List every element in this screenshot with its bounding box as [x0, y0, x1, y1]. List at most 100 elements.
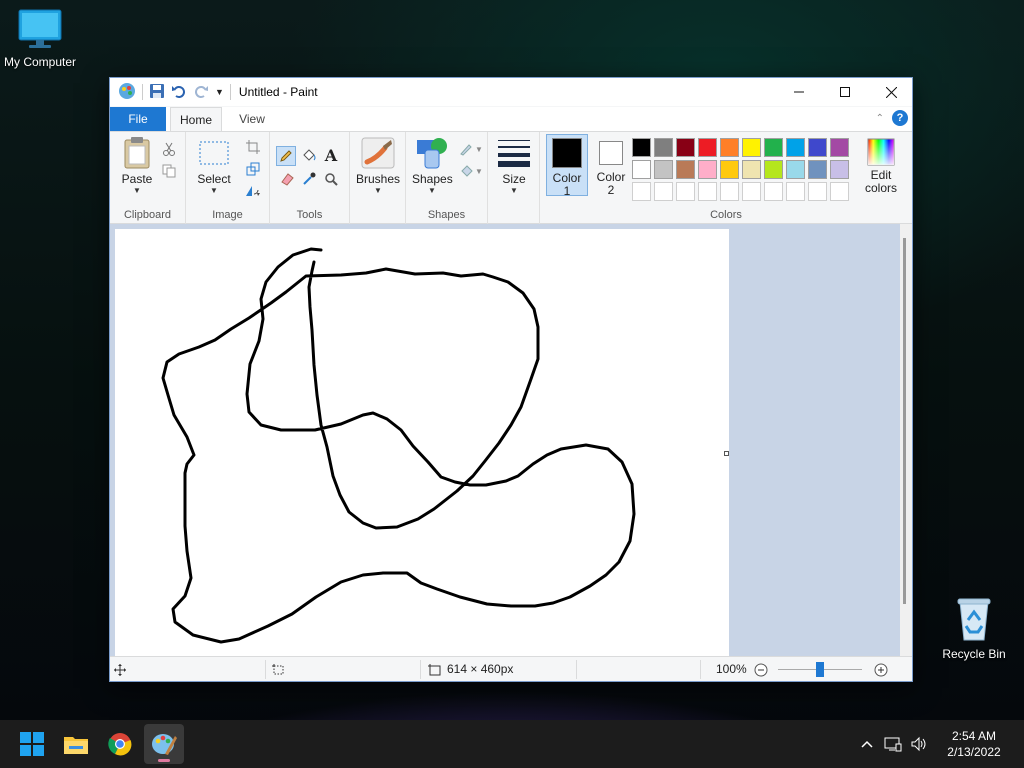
color-picker-icon[interactable]	[300, 170, 318, 188]
resize-icon[interactable]	[244, 160, 262, 178]
windows-logo-icon	[20, 732, 44, 756]
select-label: Select	[197, 172, 231, 186]
magnifier-icon[interactable]	[322, 170, 340, 188]
minimize-button[interactable]	[776, 78, 822, 106]
palette-swatch[interactable]	[676, 138, 695, 157]
palette-swatch[interactable]	[676, 160, 695, 179]
palette-custom-slot[interactable]	[830, 182, 849, 201]
separator	[576, 660, 577, 679]
canvas-area	[110, 224, 900, 656]
taskbar-chrome[interactable]	[100, 724, 140, 764]
canvas-resize-handle[interactable]	[724, 451, 729, 456]
zoom-in-button[interactable]	[874, 657, 888, 682]
customize-toolbar-icon[interactable]: ▼	[215, 87, 224, 97]
tab-file[interactable]: File	[110, 107, 166, 131]
close-icon	[885, 86, 897, 98]
palette-swatch[interactable]	[742, 138, 761, 157]
palette-swatch[interactable]	[830, 138, 849, 157]
zoom-out-button[interactable]	[754, 657, 768, 682]
clock[interactable]: 2:54 AM 2/13/2022	[932, 728, 1016, 760]
edit-colors-button[interactable]: Edit colors	[858, 138, 904, 195]
eraser-icon[interactable]	[278, 170, 296, 188]
chevron-down-icon: ▼	[133, 186, 141, 195]
palette-swatch[interactable]	[654, 138, 673, 157]
select-button[interactable]: Select ▼	[194, 136, 234, 195]
outline-icon[interactable]: ▼	[458, 140, 484, 158]
start-button[interactable]	[12, 724, 52, 764]
fill-icon[interactable]: ▼	[458, 162, 484, 180]
save-icon[interactable]	[149, 83, 165, 102]
image-size-icon	[428, 663, 441, 675]
tab-view[interactable]: View	[228, 107, 276, 131]
taskbar-paint[interactable]	[144, 724, 184, 764]
palette-custom-slot[interactable]	[654, 182, 673, 201]
palette-custom-slot[interactable]	[676, 182, 695, 201]
palette-swatch[interactable]	[786, 160, 805, 179]
palette-swatch[interactable]	[720, 160, 739, 179]
palette-swatch[interactable]	[808, 160, 827, 179]
color2-button[interactable]: Color 2	[592, 134, 630, 197]
copy-icon[interactable]	[160, 162, 178, 180]
palette-custom-slot[interactable]	[720, 182, 739, 201]
text-tool-icon[interactable]: A	[322, 146, 340, 165]
system-tray: 2:54 AM 2/13/2022	[854, 720, 1024, 768]
volume-icon[interactable]	[906, 731, 932, 757]
image-group: Select ▼ Image	[186, 132, 270, 224]
my-computer-desktop-icon[interactable]: My Computer	[0, 8, 80, 69]
palette-custom-slot[interactable]	[786, 182, 805, 201]
chevron-down-icon: ▼	[210, 186, 218, 195]
color1-button[interactable]: Color 1	[546, 134, 588, 198]
maximize-button[interactable]	[822, 78, 868, 106]
cut-icon[interactable]	[160, 140, 178, 158]
help-icon[interactable]: ?	[892, 110, 908, 126]
palette-swatch[interactable]	[808, 138, 827, 157]
palette-swatch[interactable]	[632, 160, 651, 179]
chevron-down-icon: ▼	[428, 186, 436, 195]
clock-date: 2/13/2022	[947, 745, 1001, 759]
palette-swatch[interactable]	[742, 160, 761, 179]
redo-icon[interactable]	[193, 83, 209, 102]
tab-home[interactable]: Home	[170, 107, 222, 131]
palette-swatch[interactable]	[786, 138, 805, 157]
clipboard-icon	[124, 137, 150, 169]
shapes-group: Shapes ▼ ▼ ▼ Shapes	[406, 132, 488, 224]
undo-icon[interactable]	[171, 83, 187, 102]
palette-swatch[interactable]	[632, 138, 651, 157]
palette-custom-slot[interactable]	[698, 182, 717, 201]
shapes-label: Shapes	[412, 172, 453, 186]
paste-button[interactable]: Paste ▼	[116, 136, 158, 195]
zoom-slider-thumb[interactable]	[816, 662, 824, 677]
palette-swatch[interactable]	[720, 138, 739, 157]
size-button[interactable]: Size ▼	[494, 136, 534, 195]
network-icon[interactable]	[880, 731, 906, 757]
palette-swatch[interactable]	[764, 138, 783, 157]
show-hidden-icons-chevron-icon[interactable]	[854, 731, 880, 757]
palette-swatch[interactable]	[764, 160, 783, 179]
collapse-ribbon-icon[interactable]: ⌃	[876, 113, 884, 124]
color1-label-line2: 1	[563, 184, 571, 198]
close-button[interactable]	[868, 78, 914, 106]
pencil-tool-icon[interactable]	[276, 146, 296, 166]
brushes-button[interactable]: Brushes ▼	[356, 136, 400, 195]
shapes-group-label: Shapes	[427, 209, 466, 221]
crop-icon[interactable]	[244, 138, 262, 156]
palette-swatch[interactable]	[698, 160, 717, 179]
palette-custom-slot[interactable]	[632, 182, 651, 201]
scrollbar-thumb[interactable]	[903, 238, 906, 604]
colors-group-label: Colors	[710, 209, 742, 221]
palette-custom-slot[interactable]	[808, 182, 827, 201]
palette-swatch[interactable]	[698, 138, 717, 157]
shapes-button[interactable]: Shapes ▼	[412, 136, 453, 195]
palette-custom-slot[interactable]	[764, 182, 783, 201]
drawing-canvas[interactable]	[115, 229, 729, 656]
fill-bucket-icon[interactable]	[300, 146, 318, 164]
palette-custom-slot[interactable]	[742, 182, 761, 201]
palette-swatch[interactable]	[654, 160, 673, 179]
separator	[229, 84, 231, 100]
rotate-icon[interactable]	[244, 182, 262, 200]
line-width-icon	[498, 140, 530, 167]
taskbar-file-explorer[interactable]	[56, 724, 96, 764]
recycle-bin-desktop-icon[interactable]: Recycle Bin	[934, 596, 1014, 661]
palette-swatch[interactable]	[830, 160, 849, 179]
vertical-scrollbar[interactable]	[900, 224, 912, 656]
